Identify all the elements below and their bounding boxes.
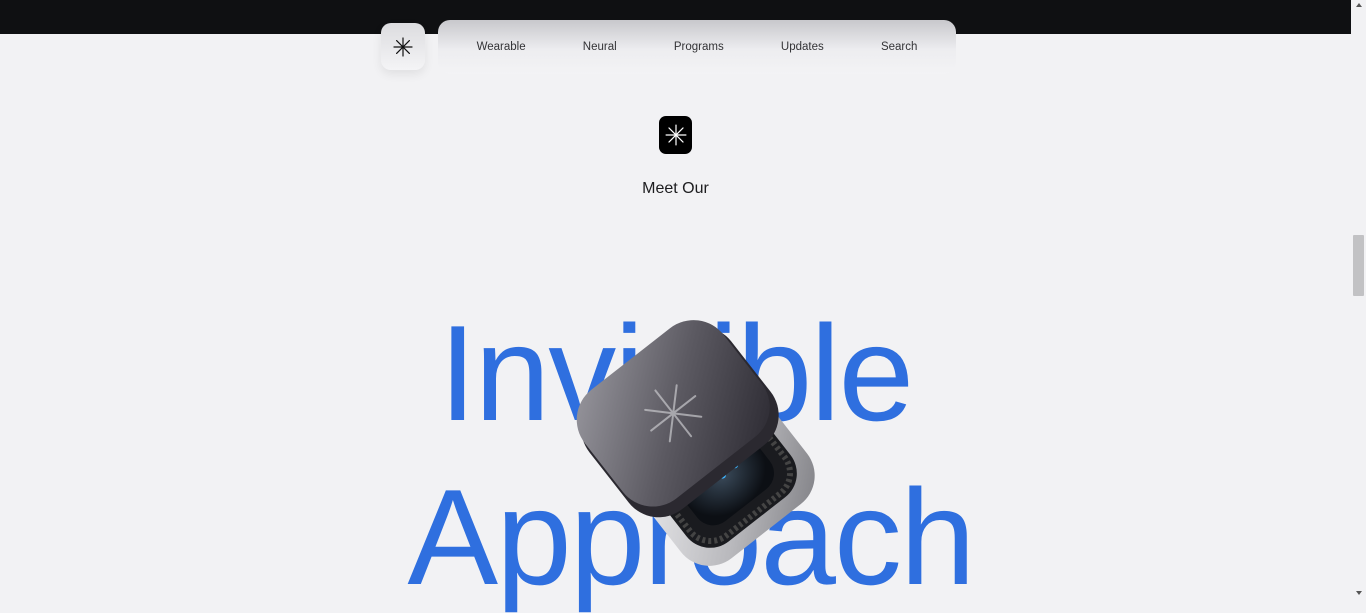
nav-item-wearable[interactable]: Wearable bbox=[469, 35, 534, 59]
wearable-device-image bbox=[576, 320, 815, 566]
brand-badge bbox=[659, 116, 692, 154]
nav-item-updates[interactable]: Updates bbox=[773, 35, 832, 59]
nav-item-neural[interactable]: Neural bbox=[575, 35, 625, 59]
sparkle-asterisk-icon bbox=[664, 124, 687, 146]
scroll-thumb[interactable] bbox=[1353, 235, 1364, 296]
main-nav: Wearable Neural Programs Updates Search bbox=[438, 20, 956, 74]
sparkle-asterisk-icon bbox=[393, 36, 413, 57]
nav-item-programs[interactable]: Programs bbox=[666, 35, 732, 59]
page-scrollbar[interactable] bbox=[1351, 0, 1366, 601]
hero-subtitle: Meet Our bbox=[642, 180, 709, 197]
nav-item-search[interactable]: Search bbox=[873, 35, 925, 59]
home-logo-button[interactable] bbox=[381, 23, 425, 70]
scroll-up-arrow-icon[interactable] bbox=[1356, 3, 1362, 7]
scroll-down-arrow-icon[interactable] bbox=[1356, 591, 1362, 595]
